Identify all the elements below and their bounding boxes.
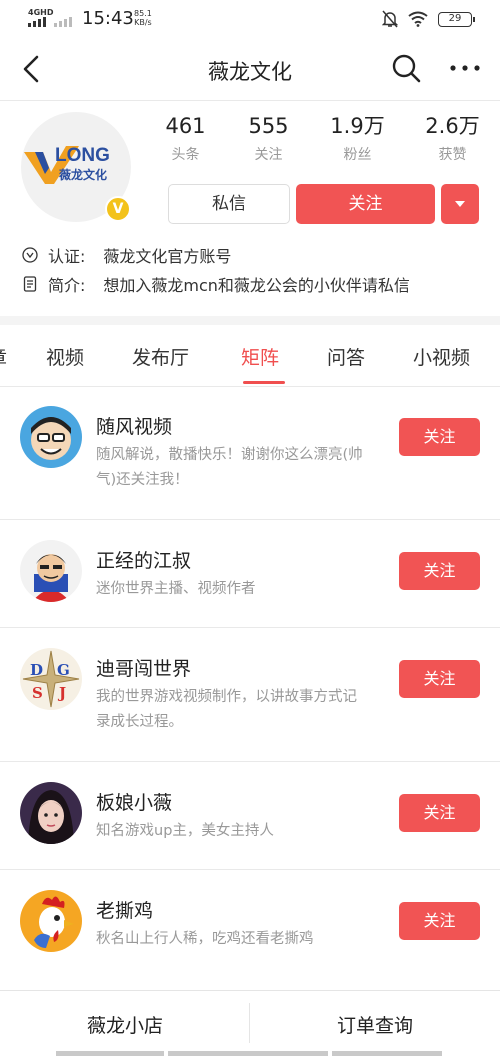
bottom-action-bar: 薇龙小店 订单查询: [0, 990, 500, 1056]
account-desc: 我的世界游戏视频制作，以讲故事方式记录成长过程。: [96, 689, 357, 730]
account-avatar[interactable]: [20, 540, 82, 602]
nav-gesture-bar: [168, 1051, 328, 1056]
account-name[interactable]: 随风视频: [96, 412, 172, 439]
list-item[interactable]: 板娘小薇 知名游戏up主，美女主持人 关注: [0, 762, 500, 869]
tab-bar: 章 视频 发布厅 矩阵 问答 小视频: [0, 325, 500, 387]
intro-label: 简介:: [48, 276, 86, 295]
chevron-left-icon[interactable]: [16, 52, 48, 86]
tab-partial: 章: [0, 343, 7, 370]
svg-text:LONG: LONG: [55, 145, 110, 166]
network-speed: 85.1 KB/s: [134, 9, 152, 27]
list-item[interactable]: D G S J 迪哥闯世界 我的世界游戏视频制作，以讲故事方式记录成长过程。 关…: [0, 628, 500, 761]
active-tab-indicator: [243, 381, 285, 384]
nav-bar: 薇龙文化: [0, 38, 500, 100]
verified-check-icon: [22, 247, 38, 263]
svg-text:薇龙文化: 薇龙文化: [59, 167, 107, 182]
account-name[interactable]: 正经的江叔: [96, 546, 191, 573]
mute-bell-icon: [382, 10, 398, 28]
recommend-dropdown-button[interactable]: [441, 184, 479, 224]
document-icon: [23, 276, 37, 292]
shop-button[interactable]: 薇龙小店: [0, 1011, 250, 1038]
account-avatar[interactable]: [20, 406, 82, 468]
svg-text:J: J: [57, 684, 66, 702]
stat-value: 2.6万: [425, 114, 480, 138]
stat-label: 粉丝: [343, 147, 372, 163]
stat-value: 461: [165, 114, 206, 138]
stat-likes[interactable]: 2.6万 获赞: [410, 112, 495, 164]
message-button[interactable]: 私信: [168, 184, 290, 224]
account-avatar[interactable]: [20, 890, 82, 952]
stat-fans[interactable]: 1.9万 粉丝: [315, 112, 400, 164]
intro-row: 简介: 想加入薇龙mcn和薇龙公会的小伙伴请私信: [22, 272, 410, 296]
verification-row: 认证: 薇龙文化官方账号: [22, 243, 231, 267]
account-desc: 随风解说，散播快乐！谢谢你这么漂亮(帅气)还关注我！: [96, 447, 363, 488]
stat-label: 头条: [171, 147, 200, 163]
list-item[interactable]: 随风视频 随风解说，散播快乐！谢谢你这么漂亮(帅气)还关注我！ 关注: [0, 386, 500, 519]
tab-publish-hall[interactable]: 发布厅: [132, 343, 189, 370]
signal-icon: [28, 17, 76, 27]
battery-icon: 29: [438, 11, 475, 27]
section-divider: [0, 316, 500, 325]
tab-short-videos[interactable]: 小视频: [413, 343, 470, 370]
stat-value: 555: [248, 114, 289, 138]
page-title: 薇龙文化: [208, 60, 292, 84]
verification-text: 薇龙文化官方账号: [103, 247, 232, 266]
account-desc: 迷你世界主播、视频作者: [96, 581, 256, 597]
intro-text: 想加入薇龙mcn和薇龙公会的小伙伴请私信: [103, 276, 410, 295]
status-icons: 29: [382, 10, 475, 28]
svg-text:G: G: [57, 661, 70, 679]
stat-following[interactable]: 555 关注: [226, 112, 311, 164]
more-dots-icon[interactable]: [448, 52, 482, 84]
stat-label: 关注: [254, 147, 283, 163]
tab-matrix[interactable]: 矩阵: [241, 343, 279, 370]
account-avatar[interactable]: [20, 782, 82, 844]
stat-articles[interactable]: 461 头条: [143, 112, 228, 164]
tab-videos[interactable]: 视频: [46, 343, 84, 370]
nav-divider: [0, 100, 500, 101]
follow-button[interactable]: 关注: [399, 660, 480, 698]
follow-button[interactable]: 关注: [399, 902, 480, 940]
nav-gesture-bar: [332, 1051, 442, 1056]
tab-qa[interactable]: 问答: [327, 343, 365, 370]
list-item[interactable]: 老撕鸡 秋名山上行人稀，吃鸡还看老撕鸡 关注: [0, 870, 500, 978]
svg-text:D: D: [30, 661, 43, 679]
wifi-icon: [408, 11, 428, 27]
status-bar: 4GHD 15:43 85.1 KB/s 29: [0, 0, 500, 38]
clock: 15:43: [82, 8, 134, 29]
verified-badge: V: [105, 196, 131, 222]
svg-text:S: S: [32, 684, 43, 702]
follow-button[interactable]: 关注: [399, 794, 480, 832]
order-query-button[interactable]: 订单查询: [250, 1011, 500, 1038]
search-icon[interactable]: [390, 52, 422, 84]
account-desc: 秋名山上行人稀，吃鸡还看老撕鸡: [96, 931, 314, 947]
list-item[interactable]: 正经的江叔 迷你世界主播、视频作者 关注: [0, 520, 500, 627]
follow-button[interactable]: 关注: [399, 552, 480, 590]
account-name[interactable]: 迪哥闯世界: [96, 654, 191, 681]
network-type: 4GHD: [28, 8, 54, 17]
follow-button[interactable]: 关注: [296, 184, 435, 224]
account-avatar[interactable]: D G S J: [20, 648, 82, 710]
verification-label: 认证:: [48, 247, 86, 266]
profile-page: 4GHD 15:43 85.1 KB/s 29 薇龙文化 LONG 薇龙文化 V…: [0, 0, 500, 1056]
account-name[interactable]: 板娘小薇: [96, 788, 172, 815]
account-name[interactable]: 老撕鸡: [96, 896, 153, 923]
account-desc: 知名游戏up主，美女主持人: [96, 823, 274, 839]
follow-button[interactable]: 关注: [399, 418, 480, 456]
stat-label: 获赞: [438, 147, 467, 163]
stat-value: 1.9万: [330, 114, 385, 138]
nav-gesture-bar: [56, 1051, 164, 1056]
profile-stats: 461 头条 555 关注 1.9万 粉丝 2.6万 获赞: [148, 112, 488, 168]
